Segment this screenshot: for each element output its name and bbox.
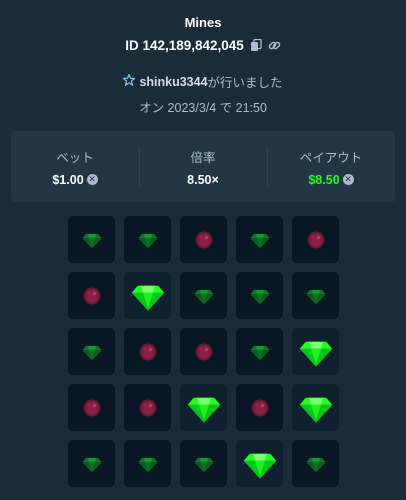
player-username[interactable]: shinku3344 [139, 75, 207, 89]
mine-tile[interactable] [124, 328, 171, 375]
multiplier-value: 8.50× [187, 172, 219, 187]
mine-tile[interactable] [124, 440, 171, 487]
multiplier-stat: 倍率 8.50× [139, 146, 267, 187]
mine-icon [250, 398, 270, 418]
mine-tile[interactable] [236, 384, 283, 431]
mine-tile[interactable] [292, 440, 339, 487]
gem-icon [187, 391, 221, 425]
gem-icon [250, 286, 270, 306]
mine-tile[interactable] [236, 272, 283, 319]
mine-tile[interactable] [68, 216, 115, 263]
payout-label: ペイアウト [299, 150, 363, 165]
mine-tile[interactable] [180, 440, 227, 487]
gem-icon [306, 286, 326, 306]
mine-tile[interactable] [68, 384, 115, 431]
mine-tile[interactable] [124, 216, 171, 263]
gem-icon [250, 342, 270, 362]
bet-label: ベット [56, 150, 94, 165]
gem-icon [194, 454, 214, 474]
copy-icon[interactable] [250, 39, 262, 52]
vip-star-icon [122, 73, 137, 89]
gem-icon [82, 454, 102, 474]
bet-stats-panel: ベット $1.00 ✕ 倍率 8.50× ペイアウト $8.50 ✕ [11, 131, 395, 202]
bet-value: $1.00 [52, 172, 84, 187]
mine-tile[interactable] [292, 384, 339, 431]
mine-tile[interactable] [236, 440, 283, 487]
payout-value: $8.50 [308, 172, 340, 187]
mines-board [68, 216, 339, 487]
mine-tile[interactable] [292, 216, 339, 263]
bet-date: オン 2023/3/4 で 21:50 [139, 101, 267, 115]
gem-icon [194, 286, 214, 306]
mine-icon [306, 230, 326, 250]
player-row: shinku3344 が行いました [0, 72, 406, 91]
gem-icon [138, 454, 158, 474]
gem-icon [131, 279, 165, 313]
gem-icon [243, 447, 277, 481]
mine-tile[interactable] [180, 272, 227, 319]
mine-icon [194, 342, 214, 362]
mine-tile[interactable] [292, 272, 339, 319]
mine-tile[interactable] [180, 384, 227, 431]
mine-tile[interactable] [180, 328, 227, 375]
mine-tile[interactable] [124, 272, 171, 319]
mine-tile[interactable] [68, 440, 115, 487]
bet-id: ID 142,189,842,045 [125, 38, 244, 53]
mine-tile[interactable] [180, 216, 227, 263]
link-icon[interactable] [268, 39, 281, 52]
gem-icon [82, 230, 102, 250]
multiplier-label: 倍率 [190, 150, 216, 165]
currency-icon: ✕ [86, 174, 98, 185]
gem-icon [82, 342, 102, 362]
mine-tile[interactable] [68, 328, 115, 375]
gem-icon [299, 391, 333, 425]
mine-tile[interactable] [68, 272, 115, 319]
gem-icon [306, 454, 326, 474]
page-title: Mines [184, 15, 222, 30]
played-by-suffix: が行いました [207, 76, 283, 90]
mine-icon [82, 398, 102, 418]
mine-tile[interactable] [124, 384, 171, 431]
mine-icon [82, 286, 102, 306]
mine-tile[interactable] [236, 328, 283, 375]
mine-icon [138, 342, 158, 362]
payout-stat: ペイアウト $8.50 ✕ [267, 146, 395, 187]
currency-icon: ✕ [342, 174, 354, 185]
bet-stat: ベット $1.00 ✕ [11, 147, 139, 187]
mine-icon [194, 230, 214, 250]
gem-icon [138, 230, 158, 250]
mine-tile[interactable] [292, 328, 339, 375]
gem-icon [250, 230, 270, 250]
mine-tile[interactable] [236, 216, 283, 263]
mine-icon [138, 398, 158, 418]
bet-id-row: ID 142,189,842,045 [0, 38, 406, 53]
gem-icon [299, 335, 333, 369]
